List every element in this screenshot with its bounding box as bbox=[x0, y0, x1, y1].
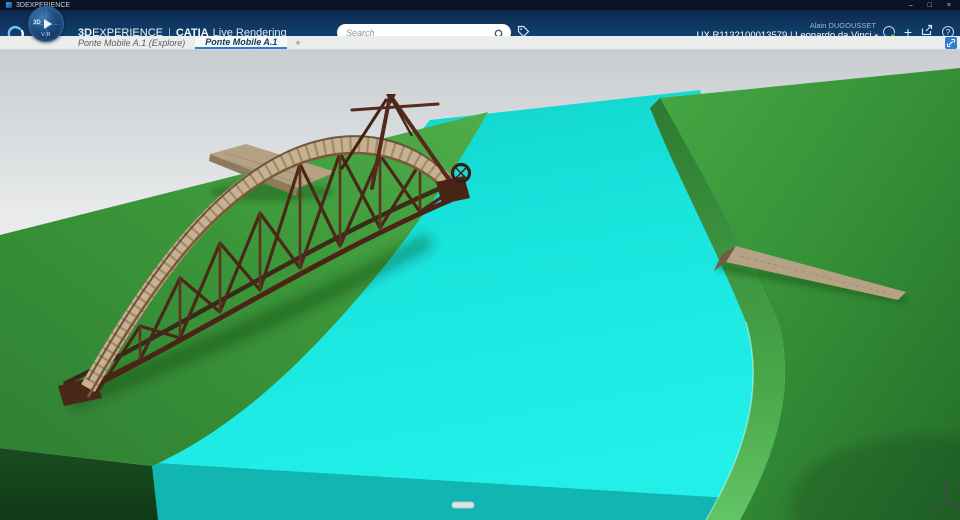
tab-ponte-mobile-active[interactable]: Ponte Mobile A.1 bbox=[195, 36, 288, 49]
new-tab-button[interactable]: + bbox=[287, 36, 308, 49]
user-name: Alain DUGOUSSET bbox=[809, 21, 876, 30]
app-header: 3DEXPERIENCE|CATIALive Rendering Alain D… bbox=[0, 10, 960, 42]
expand-viewport-button[interactable] bbox=[945, 37, 957, 49]
nav-pill[interactable] bbox=[451, 501, 475, 509]
maximize-button[interactable]: □ bbox=[928, 2, 932, 9]
tab-ponte-mobile-explore[interactable]: Ponte Mobile A.1 (Explore) bbox=[68, 36, 195, 49]
application-window: 3DEXPERIENCE – □ × 3DEXPERIENCE | CATIA Liv… bbox=[0, 0, 960, 520]
viewport-3d-scene[interactable] bbox=[0, 50, 960, 520]
compass-vr-label: V.R bbox=[41, 32, 51, 38]
minimize-button[interactable]: – bbox=[909, 2, 913, 9]
document-tabbar: Ponte Mobile A.1 (Explore) Ponte Mobile … bbox=[0, 36, 960, 50]
window-app-icon bbox=[6, 2, 12, 8]
compass-3d-label: 3D bbox=[33, 20, 41, 26]
window-titlebar: 3DEXPERIENCE – □ × bbox=[0, 0, 960, 10]
close-button[interactable]: × bbox=[947, 2, 951, 9]
play-icon[interactable] bbox=[44, 19, 52, 29]
3dexperience-compass[interactable]: 3D V.R bbox=[28, 6, 64, 42]
3d-viewport[interactable] bbox=[0, 50, 960, 520]
